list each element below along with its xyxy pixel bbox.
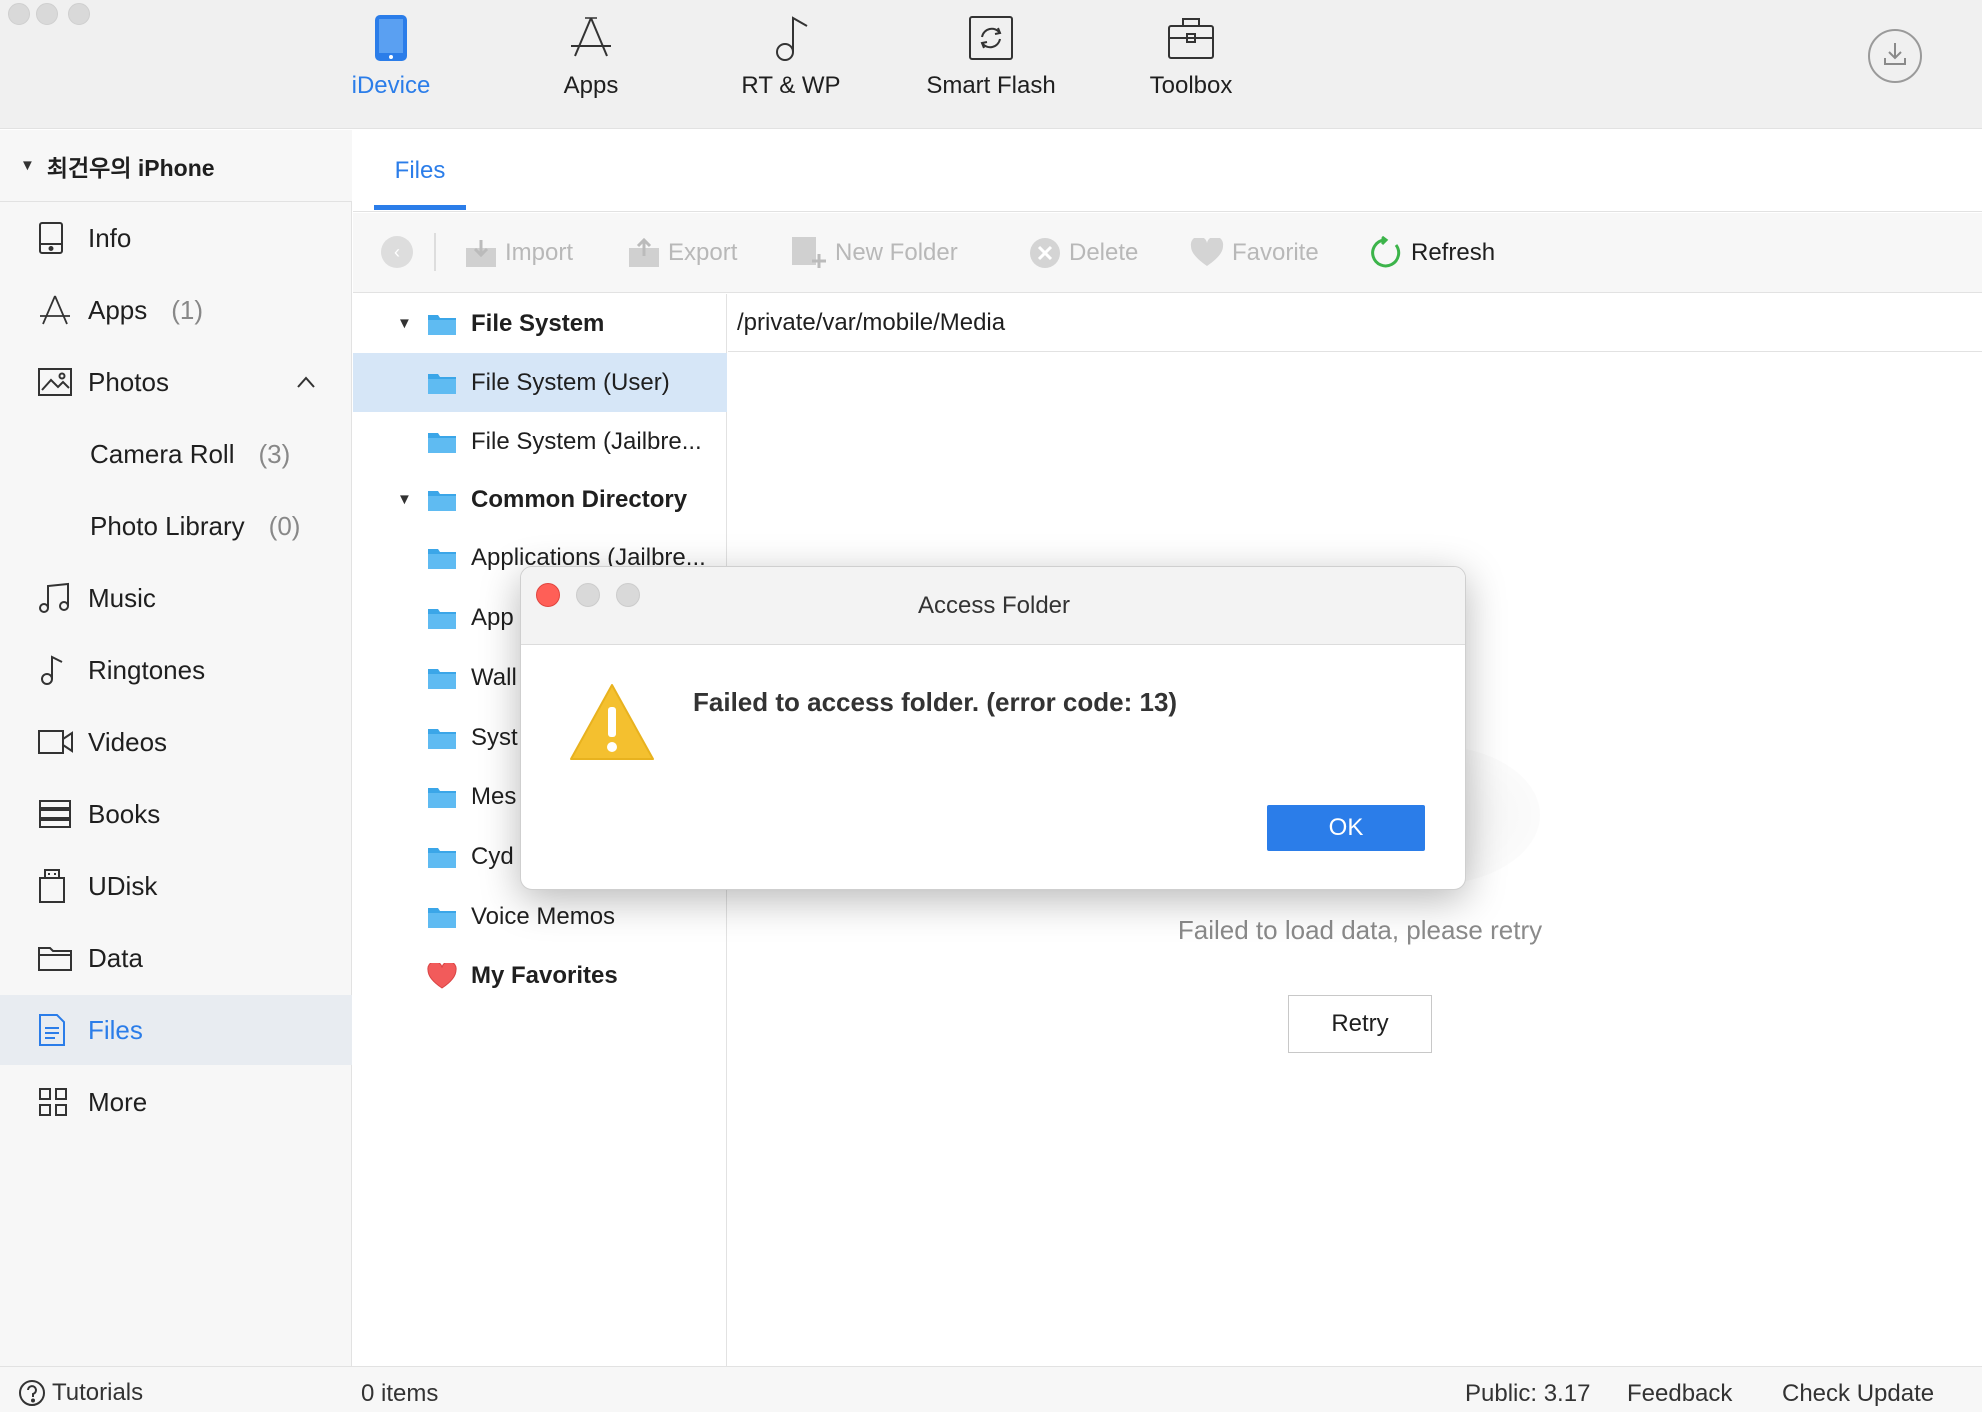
device-name: 최건우의 iPhone xyxy=(46,154,215,181)
topnav-smart-flash[interactable]: Smart Flash xyxy=(911,8,1071,100)
new-folder-button[interactable]: New Folder xyxy=(791,230,958,276)
export-button[interactable]: Export xyxy=(628,230,737,276)
ringtone-icon xyxy=(38,654,88,686)
info-device-icon xyxy=(38,222,88,254)
topnav-toolbox[interactable]: Toolbox xyxy=(1111,8,1271,100)
expand-arrow-icon[interactable]: ▼ xyxy=(397,491,427,508)
back-arrow-icon: ‹ xyxy=(394,241,400,262)
sidebar-item-photo-library[interactable]: Photo Library (0) xyxy=(0,491,352,561)
topnav-rt-wp[interactable]: RT & WP xyxy=(711,8,871,100)
feedback-link[interactable]: Feedback xyxy=(1627,1380,1732,1408)
sidebar-item-info[interactable]: Info xyxy=(0,203,352,273)
tab-files[interactable]: Files xyxy=(374,130,466,212)
back-button[interactable]: ‹ xyxy=(381,236,413,268)
dialog-close-button[interactable] xyxy=(536,583,560,607)
data-folder-icon xyxy=(38,944,88,972)
sidebar-item-photos[interactable]: Photos xyxy=(0,347,352,417)
toolbar-divider xyxy=(434,233,436,271)
import-button[interactable]: Import xyxy=(465,230,573,276)
active-tab-indicator xyxy=(374,205,466,210)
music-icon xyxy=(38,582,88,614)
sidebar-item-udisk[interactable]: UDisk xyxy=(0,851,352,921)
sidebar-item-more[interactable]: More xyxy=(0,1067,352,1137)
dialog-title: Access Folder xyxy=(917,592,1071,619)
window-minimize-button[interactable] xyxy=(36,3,58,25)
udisk-icon xyxy=(38,869,88,903)
download-icon xyxy=(1881,40,1909,73)
refresh-button[interactable]: Refresh xyxy=(1369,230,1495,276)
music-note-icon xyxy=(711,8,871,68)
export-icon xyxy=(628,238,660,268)
download-manager-button[interactable] xyxy=(1868,29,1922,83)
folder-icon xyxy=(428,548,456,569)
path-bar: /private/var/mobile/Media xyxy=(728,294,1982,352)
collapse-caret-icon[interactable]: ▼ xyxy=(20,157,35,174)
app-store-icon xyxy=(38,294,88,326)
folder-icon xyxy=(428,907,456,928)
folder-icon xyxy=(428,847,456,868)
tree-node-voice-memos[interactable]: Voice Memos xyxy=(353,887,727,946)
delete-icon xyxy=(1029,237,1061,269)
expand-arrow-icon[interactable]: ▼ xyxy=(397,315,427,332)
warning-icon xyxy=(569,683,655,766)
folder-icon xyxy=(428,490,456,511)
dialog-zoom-button[interactable] xyxy=(616,583,640,607)
phone-icon xyxy=(311,8,471,68)
folder-icon xyxy=(428,668,456,689)
favorite-button[interactable]: Favorite xyxy=(1190,230,1319,276)
tree-node-file-system-jailbreak[interactable]: File System (Jailbre... xyxy=(353,412,727,471)
device-header[interactable]: ▼ 최건우의 iPhone xyxy=(0,130,352,202)
help-circle-icon xyxy=(18,1379,46,1407)
sidebar-item-music[interactable]: Music xyxy=(0,563,352,633)
tree-node-file-system[interactable]: ▼ File System xyxy=(353,294,727,353)
dialog-minimize-button[interactable] xyxy=(576,583,600,607)
load-error-message: Failed to load data, please retry xyxy=(1177,915,1543,945)
tab-strip xyxy=(353,130,1982,212)
heart-icon xyxy=(1190,238,1224,268)
dialog-message: Failed to access folder. (error code: 13… xyxy=(693,687,1178,717)
tree-node-my-favorites[interactable]: My Favorites xyxy=(353,946,727,1005)
sidebar-item-books[interactable]: Books xyxy=(0,779,352,849)
files-icon xyxy=(38,1014,88,1046)
sidebar-item-camera-roll[interactable]: Camera Roll (3) xyxy=(0,419,352,489)
version-label: Public: 3.17 xyxy=(1465,1380,1591,1407)
folder-icon xyxy=(428,608,456,629)
flash-refresh-icon xyxy=(911,8,1071,68)
check-update-link[interactable]: Check Update xyxy=(1782,1380,1934,1408)
refresh-icon xyxy=(1369,236,1403,270)
heart-icon xyxy=(427,962,457,989)
app-store-icon xyxy=(511,8,671,68)
window-zoom-button[interactable] xyxy=(68,3,90,25)
folder-icon xyxy=(428,432,456,453)
tree-node-file-system-user[interactable]: File System (User) xyxy=(353,353,727,412)
folder-icon xyxy=(428,728,456,749)
new-folder-icon xyxy=(791,236,827,270)
retry-button[interactable]: Retry xyxy=(1288,995,1432,1053)
tree-node-common-directory[interactable]: ▼ Common Directory xyxy=(353,470,727,529)
folder-icon xyxy=(428,787,456,808)
window-close-button[interactable] xyxy=(8,3,30,25)
folder-icon xyxy=(428,314,456,335)
delete-button[interactable]: Delete xyxy=(1029,230,1138,276)
sidebar-item-videos[interactable]: Videos xyxy=(0,707,352,777)
tutorials-link[interactable]: Tutorials xyxy=(18,1379,143,1407)
file-action-toolbar xyxy=(353,213,1982,293)
sidebar-item-files[interactable]: Files xyxy=(0,995,352,1065)
access-folder-dialog: Access Folder Failed to access folder. (… xyxy=(520,566,1466,890)
sidebar-item-ringtones[interactable]: Ringtones xyxy=(0,635,352,705)
photo-icon xyxy=(38,368,88,396)
folder-icon xyxy=(428,373,456,394)
topnav-apps[interactable]: Apps xyxy=(511,8,671,100)
grid-icon xyxy=(38,1087,88,1117)
ok-button[interactable]: OK xyxy=(1267,805,1425,851)
import-icon xyxy=(465,238,497,268)
sidebar-item-data[interactable]: Data xyxy=(0,923,352,993)
toolbox-icon xyxy=(1111,8,1271,68)
books-icon xyxy=(38,799,88,829)
chevron-up-icon[interactable] xyxy=(296,365,316,396)
sidebar-item-apps[interactable]: Apps (1) xyxy=(0,275,352,345)
video-icon xyxy=(38,729,88,755)
topnav-idevice[interactable]: iDevice xyxy=(311,8,471,100)
items-count: 0 items xyxy=(361,1380,439,1407)
